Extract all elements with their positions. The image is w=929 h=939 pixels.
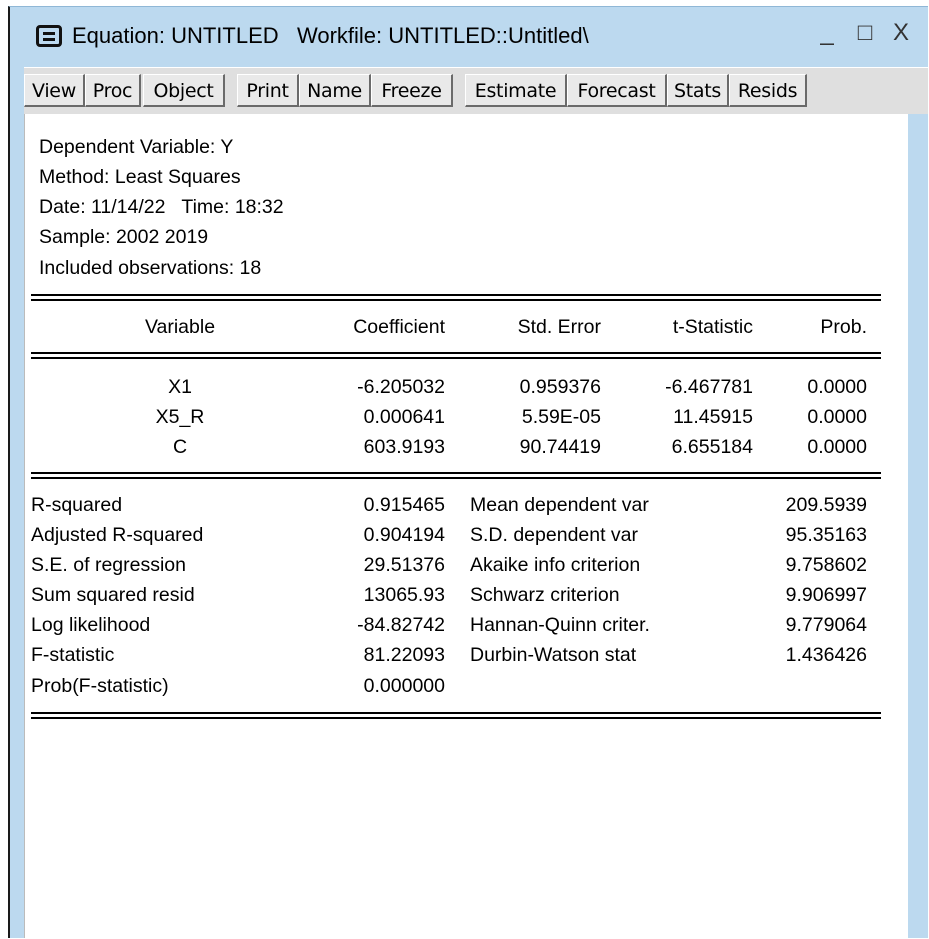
column-header-coefficient: Coefficient xyxy=(353,316,445,338)
stat-label: Prob(F-statistic) xyxy=(31,675,169,697)
observations-line: Included observations: 18 xyxy=(39,257,262,279)
window-title: Equation: UNTITLED Workfile: UNTITLED::U… xyxy=(72,23,589,48)
row-coefficient: 0.000641 xyxy=(363,406,445,428)
stat-value: 95.35163 xyxy=(785,524,867,546)
table-rule xyxy=(31,357,881,359)
stat-label: Adjusted R-squared xyxy=(31,524,204,546)
row-t-statistic: 6.655184 xyxy=(671,436,753,458)
stat-value: 9.779064 xyxy=(785,614,867,636)
close-button[interactable]: X xyxy=(886,19,916,47)
row-prob: 0.0000 xyxy=(807,376,867,398)
minimize-button[interactable]: _ xyxy=(812,19,842,47)
stat-label: Akaike info criterion xyxy=(470,554,641,576)
stat-label: Log likelihood xyxy=(31,614,151,636)
row-std-error: 5.59E-05 xyxy=(521,406,601,428)
name-button[interactable]: Name xyxy=(299,74,371,107)
window-right-border xyxy=(908,114,928,938)
stats-button[interactable]: Stats xyxy=(667,74,729,107)
row-std-error: 0.959376 xyxy=(519,376,601,398)
stat-value: 0.000000 xyxy=(363,675,445,697)
row-prob: 0.0000 xyxy=(807,406,867,428)
table-rule xyxy=(31,477,881,479)
stat-label: Mean dependent var xyxy=(470,494,649,516)
row-t-statistic: 11.45915 xyxy=(673,406,753,428)
stat-label: S.D. dependent var xyxy=(470,524,639,546)
method-line: Method: Least Squares xyxy=(39,166,241,188)
stat-value: 29.51376 xyxy=(363,554,445,576)
table-rule xyxy=(31,299,881,301)
window-menu-icon[interactable] xyxy=(36,25,62,47)
date-line: Date: 11/14/22 Time: 18:32 xyxy=(39,196,284,218)
stat-label: Durbin-Watson stat xyxy=(470,644,637,666)
stat-value: 9.906997 xyxy=(785,584,867,606)
sample-line: Sample: 2002 2019 xyxy=(39,226,209,248)
row-variable: X5_R xyxy=(155,406,205,428)
maximize-button[interactable]: □ xyxy=(850,19,880,47)
stat-value: 1.436426 xyxy=(785,644,867,666)
stat-value: 13065.93 xyxy=(363,584,445,606)
stat-label: Hannan-Quinn criter. xyxy=(470,614,650,636)
resids-button[interactable]: Resids xyxy=(729,74,807,107)
table-rule xyxy=(31,472,881,474)
row-coefficient: 603.9193 xyxy=(363,436,445,458)
stat-label: R-squared xyxy=(31,494,123,516)
row-prob: 0.0000 xyxy=(807,436,867,458)
row-variable: C xyxy=(172,436,188,458)
stat-label: Sum squared resid xyxy=(31,584,195,606)
estimation-output: Dependent Variable: Y Method: Least Squa… xyxy=(24,114,908,938)
table-rule xyxy=(31,717,881,719)
column-header-variable: Variable xyxy=(144,316,216,338)
forecast-button[interactable]: Forecast xyxy=(567,74,667,107)
equation-window: Equation: UNTITLED Workfile: UNTITLED::U… xyxy=(8,6,928,938)
dependent-variable-line: Dependent Variable: Y xyxy=(39,136,234,158)
row-std-error: 90.74419 xyxy=(519,436,601,458)
freeze-button[interactable]: Freeze xyxy=(371,74,453,107)
column-header-prob: Prob. xyxy=(820,316,867,338)
stat-value: 209.5939 xyxy=(785,494,867,516)
view-button[interactable]: View xyxy=(24,74,85,107)
table-rule xyxy=(31,294,881,296)
row-coefficient: -6.205032 xyxy=(357,376,445,398)
estimate-button[interactable]: Estimate xyxy=(465,74,567,107)
toolbar: View Proc Object Print Name Freeze Estim… xyxy=(24,67,928,115)
stat-label: Schwarz criterion xyxy=(470,584,620,606)
column-header-std-error: Std. Error xyxy=(517,316,601,338)
row-variable: X1 xyxy=(168,376,192,398)
stat-value: 0.904194 xyxy=(363,524,445,546)
stat-value: 81.22093 xyxy=(363,644,445,666)
column-header-t-statistic: t-Statistic xyxy=(672,316,753,338)
object-button[interactable]: Object xyxy=(143,74,225,107)
title-bar[interactable]: Equation: UNTITLED Workfile: UNTITLED::U… xyxy=(10,7,928,67)
stat-value: -84.82742 xyxy=(357,614,445,636)
stat-label: F-statistic xyxy=(31,644,115,666)
proc-button[interactable]: Proc xyxy=(85,74,141,107)
table-rule xyxy=(31,352,881,354)
print-button[interactable]: Print xyxy=(237,74,299,107)
stat-label: S.E. of regression xyxy=(31,554,186,576)
table-rule xyxy=(31,712,881,714)
row-t-statistic: -6.467781 xyxy=(665,376,753,398)
stat-value: 0.915465 xyxy=(363,494,445,516)
stat-value: 9.758602 xyxy=(785,554,867,576)
